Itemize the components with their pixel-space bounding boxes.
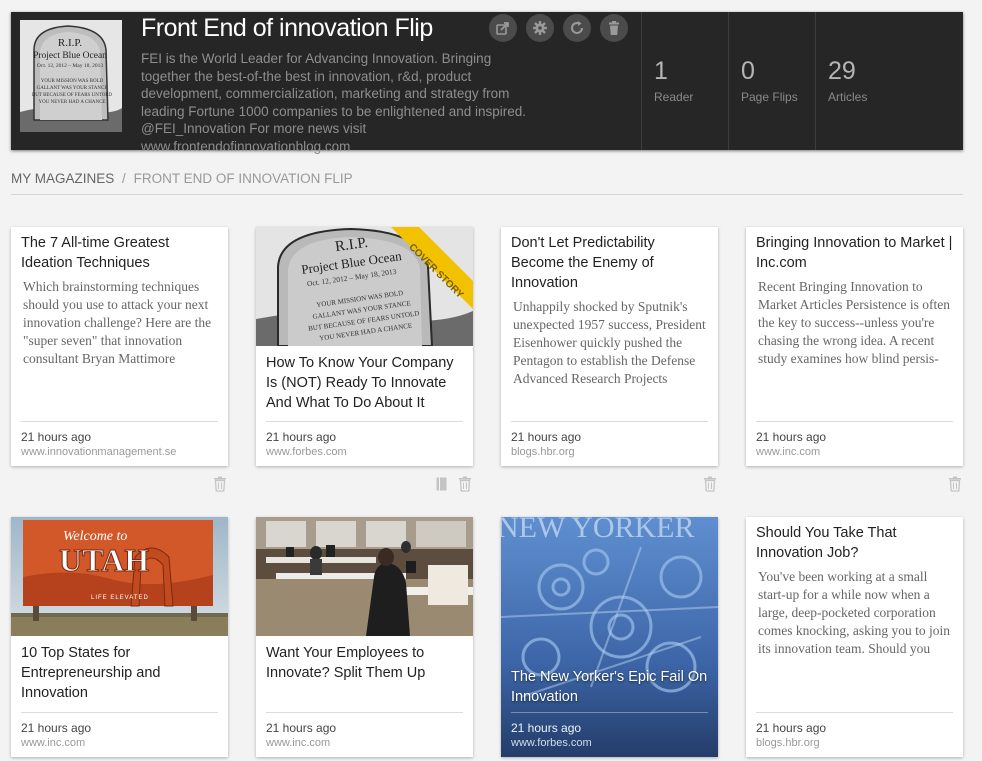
article-time: 21 hours ago: [21, 430, 92, 444]
article-card[interactable]: Welcome to UTAH LIFE ELEVATED 10 Top Sta…: [11, 517, 228, 757]
refresh-icon[interactable]: [563, 14, 591, 42]
utah-sign-image: Welcome to UTAH LIFE ELEVATED: [11, 517, 228, 636]
article-time: 21 hours ago: [511, 430, 582, 444]
stat-articles-label: Articles: [828, 90, 868, 104]
article-title[interactable]: Should You Take That Innovation Job?: [746, 517, 963, 563]
article-footer: 21 hours ago www.forbes.com: [511, 712, 708, 749]
delete-article-icon[interactable]: [703, 476, 717, 492]
article-card[interactable]: Should You Take That Innovation Job? You…: [746, 517, 963, 757]
article-time: 21 hours ago: [266, 721, 337, 735]
breadcrumb-separator: /: [122, 171, 126, 186]
cover-epitaph-3: BUT BECAUSE OF FEARS UNTOLD: [32, 93, 112, 98]
article-excerpt: You've been working at a small start-up …: [758, 569, 950, 656]
sign-state: UTAH: [59, 542, 149, 578]
stat-page-flips-label: Page Flips: [741, 90, 798, 104]
article-source[interactable]: blogs.hbr.org: [756, 737, 953, 749]
article-title[interactable]: The 7 All-time Greatest Ideation Techniq…: [11, 227, 228, 273]
cover-dates: Oct. 12, 2012 – May 18, 2013: [37, 63, 103, 69]
article-card[interactable]: NEW YORKER The New Yorker's Epic Fail On…: [501, 517, 718, 757]
delete-article-icon[interactable]: [948, 476, 962, 492]
article-card[interactable]: Bringing Innovation to Market | Inc.com …: [746, 227, 963, 466]
magazine-stats: 1 Reader 0 Page Flips 29 Articles: [641, 12, 902, 150]
magazine-header: R.I.P. Project Blue Ocean Oct. 12, 2012 …: [11, 12, 963, 154]
article-source[interactable]: www.inc.com: [21, 737, 218, 749]
cover-project: Project Blue Ocean: [33, 51, 107, 61]
breadcrumb-my-magazines[interactable]: MY MAGAZINES: [11, 171, 114, 186]
article-title[interactable]: Bringing Innovation to Market | Inc.com: [746, 227, 963, 273]
magazine-actions: [489, 14, 628, 42]
article-source[interactable]: www.inc.com: [756, 446, 953, 458]
stat-articles-value: 29: [828, 57, 856, 85]
cover-epitaph-2: GALLANT WAS YOUR STANCE: [37, 86, 108, 91]
office-photo-image: [256, 517, 473, 636]
cover-epitaph-1: YOUR MISSION WAS BOLD: [41, 79, 104, 84]
article-card[interactable]: Want Your Employees to Innovate? Split T…: [256, 517, 473, 757]
article-source[interactable]: www.forbes.com: [266, 446, 463, 458]
article-card[interactable]: The 7 All-time Greatest Ideation Techniq…: [11, 227, 228, 466]
cover-epitaph-4: YOU NEVER HAD A CHANCE: [39, 100, 106, 105]
article-footer: 21 hours ago www.inc.com: [756, 421, 953, 458]
tombstone-image: R.I.P. Project Blue Ocean Oct. 12, 2012 …: [20, 20, 122, 132]
article-title[interactable]: Want Your Employees to Innovate? Split T…: [256, 636, 473, 683]
article-footer: 21 hours ago www.inc.com: [21, 712, 218, 749]
breadcrumb-current: FRONT END OF INNOVATION FLIP: [133, 171, 353, 186]
article-source[interactable]: www.forbes.com: [511, 737, 708, 749]
article-excerpt: Which brainstorming techniques should yo…: [23, 279, 212, 366]
article-footer: 21 hours ago www.inc.com: [266, 712, 463, 749]
stat-readers-label: Reader: [654, 90, 694, 104]
article-time: 21 hours ago: [266, 430, 337, 444]
article-time: 21 hours ago: [21, 721, 92, 735]
article-footer: 21 hours ago blogs.hbr.org: [756, 712, 953, 749]
magazine-title: Front End of innovation Flip: [141, 14, 433, 42]
stat-page-flips: 0 Page Flips: [728, 12, 815, 150]
article-source[interactable]: blogs.hbr.org: [511, 446, 708, 458]
cover-rip: R.I.P.: [58, 37, 82, 49]
article-image[interactable]: R.I.P. Project Blue Ocean Oct. 12, 2012 …: [256, 227, 473, 346]
article-image[interactable]: Welcome to UTAH LIFE ELEVATED: [11, 517, 228, 636]
article-source[interactable]: www.inc.com: [266, 737, 463, 749]
article-time: 21 hours ago: [756, 430, 827, 444]
article-image[interactable]: [256, 517, 473, 636]
settings-icon[interactable]: [526, 14, 554, 42]
delete-article-icon[interactable]: [213, 476, 227, 492]
magazine-cover[interactable]: R.I.P. Project Blue Ocean Oct. 12, 2012 …: [20, 20, 122, 132]
article-title[interactable]: How To Know Your Company Is (NOT) Ready …: [256, 346, 473, 413]
article-footer: 21 hours ago www.innovationmanagement.se: [21, 421, 218, 458]
article-excerpt: Recent Bringing Innovation to Market Art…: [758, 279, 950, 366]
article-title[interactable]: Don't Let Predictability Become the Enem…: [501, 227, 718, 293]
article-title[interactable]: The New Yorker's Epic Fail On Innovation: [511, 667, 708, 707]
article-card[interactable]: Don't Let Predictability Become the Enem…: [501, 227, 718, 466]
article-source[interactable]: www.innovationmanagement.se: [21, 446, 218, 458]
article-card[interactable]: R.I.P. Project Blue Ocean Oct. 12, 2012 …: [256, 227, 473, 466]
stat-page-flips-value: 0: [741, 57, 755, 85]
sign-tagline: LIFE ELEVATED: [91, 595, 149, 601]
article-excerpt: Unhappily shocked by Sputnik's unexpecte…: [513, 299, 706, 386]
trash-icon[interactable]: [600, 14, 628, 42]
article-footer: 21 hours ago blogs.hbr.org: [511, 421, 708, 458]
article-footer: 21 hours ago www.forbes.com: [266, 421, 463, 458]
article-title[interactable]: 10 Top States for Entrepreneurship and I…: [11, 636, 228, 703]
stat-readers: 1 Reader: [641, 12, 728, 150]
set-cover-icon[interactable]: [436, 477, 447, 491]
breadcrumb: MY MAGAZINES / FRONT END OF INNOVATION F…: [11, 171, 963, 195]
tombstone-image: R.I.P. Project Blue Ocean Oct. 12, 2012 …: [256, 227, 473, 346]
magazine-description: FEI is the World Leader for Advancing In…: [141, 51, 527, 154]
delete-article-icon[interactable]: [458, 476, 472, 492]
stat-readers-value: 1: [654, 57, 668, 85]
share-icon[interactable]: [489, 14, 517, 42]
stat-articles: 29 Articles: [815, 12, 902, 150]
new-yorker-masthead: NEW YORKER: [501, 517, 695, 544]
article-time: 21 hours ago: [511, 721, 582, 735]
article-time: 21 hours ago: [756, 721, 827, 735]
